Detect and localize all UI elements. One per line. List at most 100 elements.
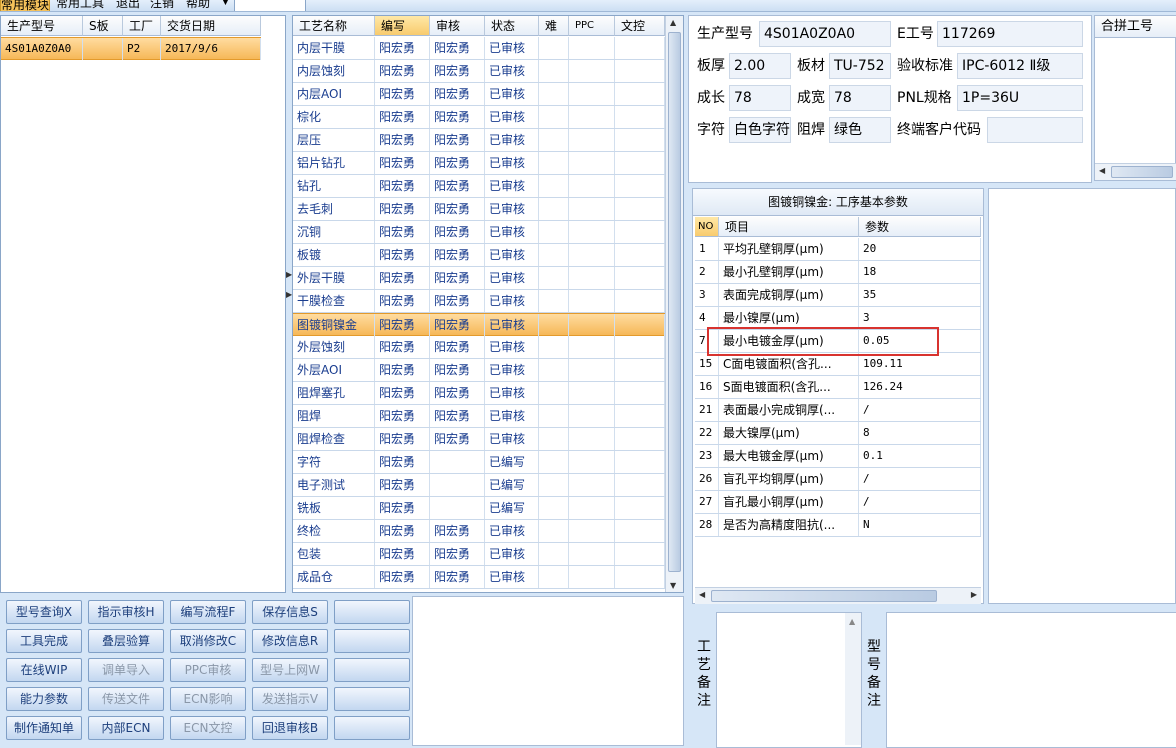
process-scroll-thumb[interactable] bbox=[668, 32, 681, 572]
params-col-no[interactable]: NO bbox=[695, 217, 719, 237]
table-row[interactable]: 26 盲孔平均铜厚(μm) / bbox=[695, 468, 981, 491]
action-button-0-3[interactable]: 保存信息S bbox=[252, 600, 328, 624]
process-col-doc-control[interactable]: 文控 bbox=[615, 16, 665, 36]
action-button-4-2[interactable]: ECN文控 bbox=[170, 716, 246, 740]
table-row[interactable]: 4S01A0Z0A0 P2 2017/9/6 bbox=[1, 37, 261, 60]
process-grid: 工艺名称 编写 审核 状态 难 PPC 文控 内层干膜 阳宏勇 阳宏勇 已审核 内层蚀刻… bbox=[292, 15, 684, 593]
table-row[interactable]: 干膜检查 阳宏勇 阳宏勇 已审核 bbox=[293, 290, 665, 313]
table-row[interactable]: 阻焊 阳宏勇 阳宏勇 已审核 bbox=[293, 405, 665, 428]
action-button-2-1[interactable]: 调单导入 bbox=[88, 658, 164, 682]
table-row[interactable]: 23 最大电镀金厚(μm) 0.1 bbox=[695, 445, 981, 468]
action-button-0-2[interactable]: 编写流程F bbox=[170, 600, 246, 624]
order-col-s-board[interactable]: S板 bbox=[83, 16, 123, 36]
action-button-1-0[interactable]: 工具完成 bbox=[6, 629, 82, 653]
action-button-0-1[interactable]: 指示审核H bbox=[88, 600, 164, 624]
action-button-1-2[interactable]: 取消修改C bbox=[170, 629, 246, 653]
table-row[interactable]: 去毛刺 阳宏勇 阳宏勇 已审核 bbox=[293, 198, 665, 221]
process-cell-writer: 阳宏勇 bbox=[375, 405, 430, 427]
chevron-down-icon[interactable]: ▼ bbox=[222, 0, 229, 9]
table-row[interactable]: 层压 阳宏勇 阳宏勇 已审核 bbox=[293, 129, 665, 152]
scroll-down-icon[interactable]: ▼ bbox=[670, 581, 676, 590]
order-col-factory[interactable]: 工厂 bbox=[123, 16, 161, 36]
scroll-up-icon[interactable]: ▲ bbox=[849, 617, 855, 626]
table-row[interactable]: 棕化 阳宏勇 阳宏勇 已审核 bbox=[293, 106, 665, 129]
table-row[interactable]: 阻焊检查 阳宏勇 阳宏勇 已审核 bbox=[293, 428, 665, 451]
merge-scrollbar[interactable]: ◀ bbox=[1095, 163, 1176, 180]
blank-button-1[interactable] bbox=[334, 629, 410, 653]
scroll-left-icon[interactable]: ◀ bbox=[699, 590, 705, 599]
scroll-up-icon[interactable]: ▲ bbox=[670, 18, 676, 27]
menu-item-exit[interactable]: 退出 bbox=[116, 0, 140, 10]
table-row[interactable]: 内层AOI 阳宏勇 阳宏勇 已审核 bbox=[293, 83, 665, 106]
table-row[interactable]: 内层蚀刻 阳宏勇 阳宏勇 已审核 bbox=[293, 60, 665, 83]
table-row[interactable]: 外层蚀刻 阳宏勇 阳宏勇 已审核 bbox=[293, 336, 665, 359]
table-row[interactable]: 终检 阳宏勇 阳宏勇 已审核 bbox=[293, 520, 665, 543]
table-row[interactable]: 图镀铜镍金 阳宏勇 阳宏勇 已审核 bbox=[293, 313, 665, 336]
table-row[interactable]: 16 S面电镀面积(含孔... 126.24 bbox=[695, 376, 981, 399]
order-col-model[interactable]: 生产型号 bbox=[1, 16, 83, 36]
table-row[interactable]: 铣板 阳宏勇 已编写 bbox=[293, 497, 665, 520]
table-row[interactable]: 板镀 阳宏勇 阳宏勇 已审核 bbox=[293, 244, 665, 267]
process-col-writer[interactable]: 编写 bbox=[375, 16, 430, 36]
process-notes-textarea[interactable]: ▲ bbox=[716, 612, 862, 748]
table-row[interactable]: 1 平均孔壁铜厚(μm) 20 bbox=[695, 238, 981, 261]
menu-item-common-tools[interactable]: 常用工具 bbox=[56, 0, 104, 10]
action-button-0-0[interactable]: 型号查询X bbox=[6, 600, 82, 624]
action-button-4-3[interactable]: 回退审核B bbox=[252, 716, 328, 740]
toolbar-combo[interactable] bbox=[234, 0, 306, 11]
table-row[interactable]: 字符 阳宏勇 已编写 bbox=[293, 451, 665, 474]
blank-button-4[interactable] bbox=[334, 716, 410, 740]
action-button-3-3[interactable]: 发送指示V bbox=[252, 687, 328, 711]
action-button-3-0[interactable]: 能力参数 bbox=[6, 687, 82, 711]
action-button-3-2[interactable]: ECN影响 bbox=[170, 687, 246, 711]
process-col-name[interactable]: 工艺名称 bbox=[293, 16, 375, 36]
blank-button-0[interactable] bbox=[334, 600, 410, 624]
process-col-reviewer[interactable]: 审核 bbox=[430, 16, 485, 36]
table-row[interactable]: 27 盲孔最小铜厚(μm) / bbox=[695, 491, 981, 514]
table-row[interactable]: 铝片钻孔 阳宏勇 阳宏勇 已审核 bbox=[293, 152, 665, 175]
scroll-left-icon[interactable]: ◀ bbox=[1099, 166, 1105, 175]
blank-button-2[interactable] bbox=[334, 658, 410, 682]
table-row[interactable]: 包装 阳宏勇 阳宏勇 已审核 bbox=[293, 543, 665, 566]
table-row[interactable]: 外层AOI 阳宏勇 阳宏勇 已审核 bbox=[293, 359, 665, 382]
process-scrollbar[interactable]: ▲ ▼ bbox=[665, 16, 683, 592]
model-notes-textarea[interactable] bbox=[886, 612, 1176, 748]
menu-item-logout[interactable]: 注销 bbox=[150, 0, 174, 10]
table-row[interactable]: 15 C面电镀面积(含孔... 109.11 bbox=[695, 353, 981, 376]
action-button-1-3[interactable]: 修改信息R bbox=[252, 629, 328, 653]
action-button-2-3[interactable]: 型号上网W bbox=[252, 658, 328, 682]
params-hscrollbar[interactable]: ◀ ▶ bbox=[695, 587, 981, 604]
params-col-item[interactable]: 项目 bbox=[719, 217, 859, 237]
merge-scroll-thumb[interactable] bbox=[1111, 166, 1173, 178]
params-scroll-thumb[interactable] bbox=[711, 590, 937, 602]
params-col-value[interactable]: 参数 bbox=[859, 217, 981, 237]
action-button-2-2[interactable]: PPC审核 bbox=[170, 658, 246, 682]
process-col-status[interactable]: 状态 bbox=[485, 16, 539, 36]
order-col-delivery-date[interactable]: 交货日期 bbox=[161, 16, 261, 36]
table-row[interactable]: 内层干膜 阳宏勇 阳宏勇 已审核 bbox=[293, 37, 665, 60]
process-col-ppc[interactable]: PPC bbox=[569, 16, 615, 36]
table-row[interactable]: 3 表面完成铜厚(μm) 35 bbox=[695, 284, 981, 307]
blank-button-3[interactable] bbox=[334, 687, 410, 711]
merge-col-header[interactable]: 合拼工号 bbox=[1095, 16, 1176, 38]
table-row[interactable]: 成品仓 阳宏勇 阳宏勇 已审核 bbox=[293, 566, 665, 589]
action-button-4-0[interactable]: 制作通知单 bbox=[6, 716, 82, 740]
menu-item-common-modules[interactable]: 常用模块 bbox=[0, 0, 51, 11]
action-button-4-1[interactable]: 内部ECN bbox=[88, 716, 164, 740]
table-row[interactable]: 钻孔 阳宏勇 阳宏勇 已审核 bbox=[293, 175, 665, 198]
table-row[interactable]: 22 最大镍厚(μm) 8 bbox=[695, 422, 981, 445]
table-row[interactable]: 21 表面最小完成铜厚(... / bbox=[695, 399, 981, 422]
action-button-2-0[interactable]: 在线WIP bbox=[6, 658, 82, 682]
table-row[interactable]: 沉铜 阳宏勇 阳宏勇 已审核 bbox=[293, 221, 665, 244]
notes-scrollbar[interactable]: ▲ bbox=[845, 613, 861, 745]
table-row[interactable]: 外层干膜 阳宏勇 阳宏勇 已审核 bbox=[293, 267, 665, 290]
scroll-right-icon[interactable]: ▶ bbox=[971, 590, 977, 599]
action-button-3-1[interactable]: 传送文件 bbox=[88, 687, 164, 711]
menu-item-help[interactable]: 帮助 bbox=[186, 0, 210, 10]
process-col-difficulty[interactable]: 难 bbox=[539, 16, 569, 36]
table-row[interactable]: 28 是否为高精度阻抗(... N bbox=[695, 514, 981, 537]
action-button-1-1[interactable]: 叠层验算 bbox=[88, 629, 164, 653]
table-row[interactable]: 电子测试 阳宏勇 已编写 bbox=[293, 474, 665, 497]
table-row[interactable]: 阻焊塞孔 阳宏勇 阳宏勇 已审核 bbox=[293, 382, 665, 405]
table-row[interactable]: 2 最小孔壁铜厚(μm) 18 bbox=[695, 261, 981, 284]
